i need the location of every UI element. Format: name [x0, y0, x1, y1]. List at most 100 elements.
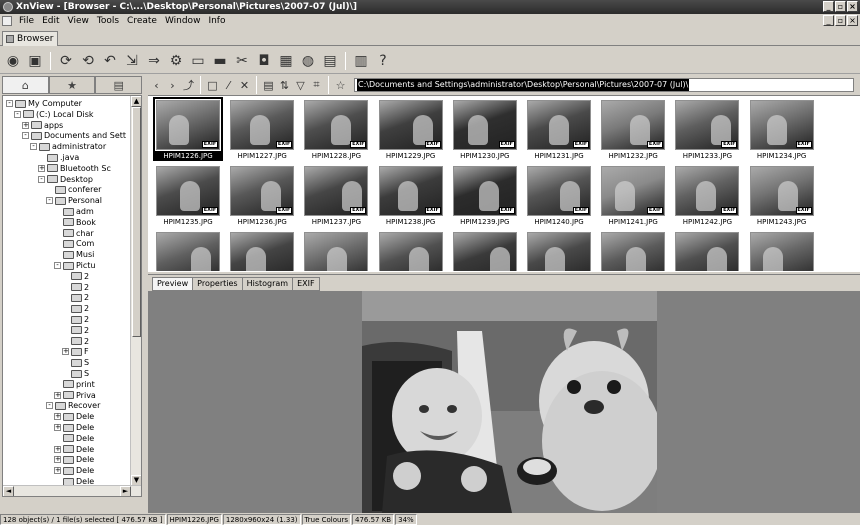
tree-item[interactable]: - Desktop [38, 174, 93, 185]
collapse-icon[interactable]: - [30, 143, 37, 151]
tree-item[interactable]: + Dele [54, 411, 94, 422]
mdi-restore-button[interactable]: ▫ [835, 15, 846, 26]
tree-scroll-thumb[interactable] [132, 107, 141, 337]
collapse-icon[interactable]: - [38, 175, 45, 183]
collapse-icon[interactable]: - [14, 110, 21, 118]
forward-icon[interactable]: › [166, 79, 179, 92]
categories-tab-icon[interactable]: ▤ [95, 76, 143, 94]
thumbnail-image[interactable]: EXIF [452, 100, 517, 150]
thumbnail-image[interactable]: EXIF [749, 100, 814, 150]
preview-photo[interactable] [362, 291, 657, 513]
minimize-button[interactable]: _ [823, 1, 834, 12]
tree-item[interactable]: conferer [46, 184, 101, 195]
thumbnail-image[interactable]: EXIF [304, 100, 369, 150]
thumbnail-image[interactable]: EXIF [378, 100, 443, 150]
tree-item[interactable]: 2 [62, 336, 89, 347]
scroll-up-icon[interactable]: ▲ [131, 96, 141, 107]
thumbnail-item[interactable] [524, 230, 592, 271]
collapse-icon[interactable]: - [54, 262, 61, 269]
thumbnail-item[interactable]: EXIF HPIM1236.JPG [227, 164, 295, 228]
maximize-button[interactable]: ▫ [835, 1, 846, 12]
thumbnail-item[interactable] [227, 230, 295, 271]
tree-item[interactable]: Com [54, 238, 94, 249]
thumbnail-item[interactable] [672, 230, 740, 271]
thumbnail-image[interactable] [156, 232, 220, 271]
back-icon[interactable]: ‹ [150, 79, 163, 92]
thumbnail-item[interactable]: EXIF HPIM1228.JPG [301, 98, 369, 162]
tree-vertical-scrollbar[interactable]: ▲ ▼ [130, 96, 141, 486]
scanner-icon[interactable]: ▬ [211, 52, 229, 70]
tree-item[interactable]: - administrator [30, 141, 106, 152]
columns-icon[interactable]: ▥ [352, 52, 370, 70]
thumbnail-item[interactable]: EXIF HPIM1240.JPG [524, 164, 592, 228]
mdi-minimize-button[interactable]: _ [823, 15, 834, 26]
thumbnail-image[interactable]: EXIF [230, 100, 295, 150]
thumbnail-item[interactable] [301, 230, 369, 271]
tab-browser[interactable]: Browser [2, 31, 58, 46]
thumbnail-image[interactable]: EXIF [675, 166, 740, 216]
xnview-app-icon[interactable] [3, 2, 13, 12]
thumbnail-item[interactable] [153, 230, 221, 271]
slideshow-icon[interactable]: ▦ [277, 52, 295, 70]
filter-icon[interactable]: ▽ [294, 79, 307, 92]
sort-icon[interactable]: ⇅ [278, 79, 291, 92]
tree-item[interactable]: + apps [22, 120, 63, 131]
thumbnail-image[interactable]: EXIF [749, 166, 814, 216]
move-icon[interactable]: ⇲ [123, 52, 141, 70]
thumbnail-item[interactable]: EXIF HPIM1237.JPG [301, 164, 369, 228]
scroll-right-icon[interactable]: ► [120, 486, 131, 496]
menu-edit[interactable]: Edit [38, 14, 63, 28]
help-icon[interactable]: ? [374, 52, 392, 70]
tree-horizontal-scrollbar[interactable]: ◄ ► [3, 485, 141, 496]
tree-item[interactable]: S [62, 368, 89, 379]
collapse-icon[interactable]: - [46, 197, 53, 205]
thumbnail-image[interactable] [230, 232, 295, 271]
print-icon[interactable]: ▭ [189, 52, 207, 70]
expand-icon[interactable]: + [54, 391, 61, 399]
tree-item[interactable]: + Dele [54, 444, 94, 455]
menu-tools[interactable]: Tools [93, 14, 123, 28]
tree-item[interactable]: char [54, 228, 94, 239]
tree-item[interactable]: + Bluetooth Sc [38, 163, 111, 174]
thumbnail-item[interactable]: EXIF HPIM1242.JPG [672, 164, 740, 228]
thumbnail-item[interactable]: EXIF HPIM1230.JPG [450, 98, 518, 162]
settings-icon[interactable]: ⚙ [167, 52, 185, 70]
thumbnail-item[interactable]: EXIF HPIM1227.JPG [227, 98, 295, 162]
thumbnail-image[interactable]: EXIF [675, 100, 740, 150]
tree-item[interactable]: - Pictu [54, 260, 95, 271]
select-icon[interactable]: ⌗ [310, 78, 323, 92]
folder-tree[interactable]: - My Computer - (C:) Local Disk + apps - Docume… [2, 95, 142, 497]
tree-item[interactable]: 2 [62, 292, 89, 303]
tree-item[interactable]: - Recover [46, 400, 100, 411]
tree-item[interactable]: - Documents and Sett [22, 130, 126, 141]
thumbnail-image[interactable]: EXIF [601, 166, 666, 216]
thumbnail-item[interactable]: EXIF HPIM1232.JPG [598, 98, 666, 162]
tab-properties[interactable]: Properties [193, 277, 243, 291]
up-folder-icon[interactable]: ⤴ [182, 79, 195, 92]
thumbnail-image[interactable] [749, 232, 814, 271]
thumbnail-item[interactable]: EXIF HPIM1233.JPG [672, 98, 740, 162]
thumbnail-item[interactable]: EXIF HPIM1243.JPG [747, 164, 815, 228]
tree-item[interactable]: - My Computer [6, 98, 82, 109]
collapse-icon[interactable]: - [22, 132, 29, 140]
tree-item[interactable]: Musi [54, 249, 94, 260]
thumbnail-item[interactable]: EXIF HPIM1239.JPG [450, 164, 518, 228]
tree-item[interactable]: 2 [62, 271, 89, 282]
tree-item[interactable]: Book [54, 217, 96, 228]
thumbnail-image[interactable] [675, 232, 740, 271]
globe-icon[interactable]: ◍ [299, 52, 317, 70]
tree-item[interactable]: + Dele [54, 454, 94, 465]
tree-item[interactable]: adm [54, 206, 94, 217]
thumbnail-image[interactable]: EXIF [153, 97, 223, 153]
thumbnail-item[interactable] [598, 230, 666, 271]
thumbnail-image[interactable] [601, 232, 666, 271]
tree-item[interactable]: + Dele [54, 422, 94, 433]
expand-icon[interactable]: + [54, 456, 61, 464]
tree-item[interactable]: - Personal [46, 195, 102, 206]
thumbnail-item[interactable]: EXIF HPIM1241.JPG [598, 164, 666, 228]
thumbnail-item[interactable]: EXIF HPIM1229.JPG [376, 98, 444, 162]
tree-item[interactable]: + Dele [54, 465, 94, 476]
expand-icon[interactable]: + [62, 348, 69, 356]
rename-icon[interactable]: ⁄ [222, 79, 235, 92]
menu-view[interactable]: View [64, 14, 93, 28]
